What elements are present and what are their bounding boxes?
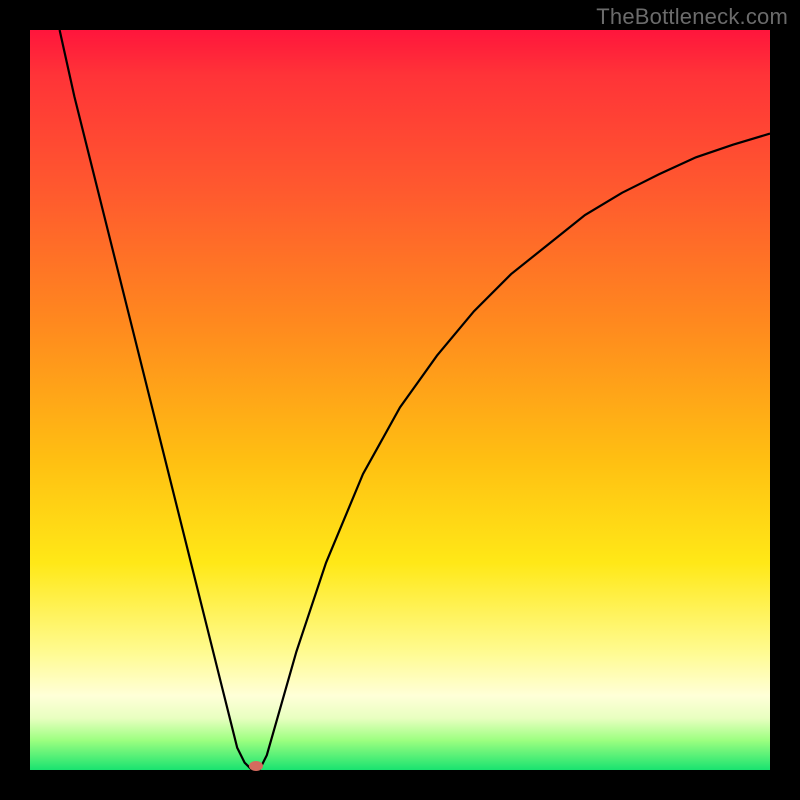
chart-container: TheBottleneck.com [0, 0, 800, 800]
curve-svg [30, 30, 770, 770]
plot-area [30, 30, 770, 770]
bottleneck-curve [60, 30, 770, 770]
watermark-text: TheBottleneck.com [596, 4, 788, 30]
min-point-marker [249, 761, 263, 771]
